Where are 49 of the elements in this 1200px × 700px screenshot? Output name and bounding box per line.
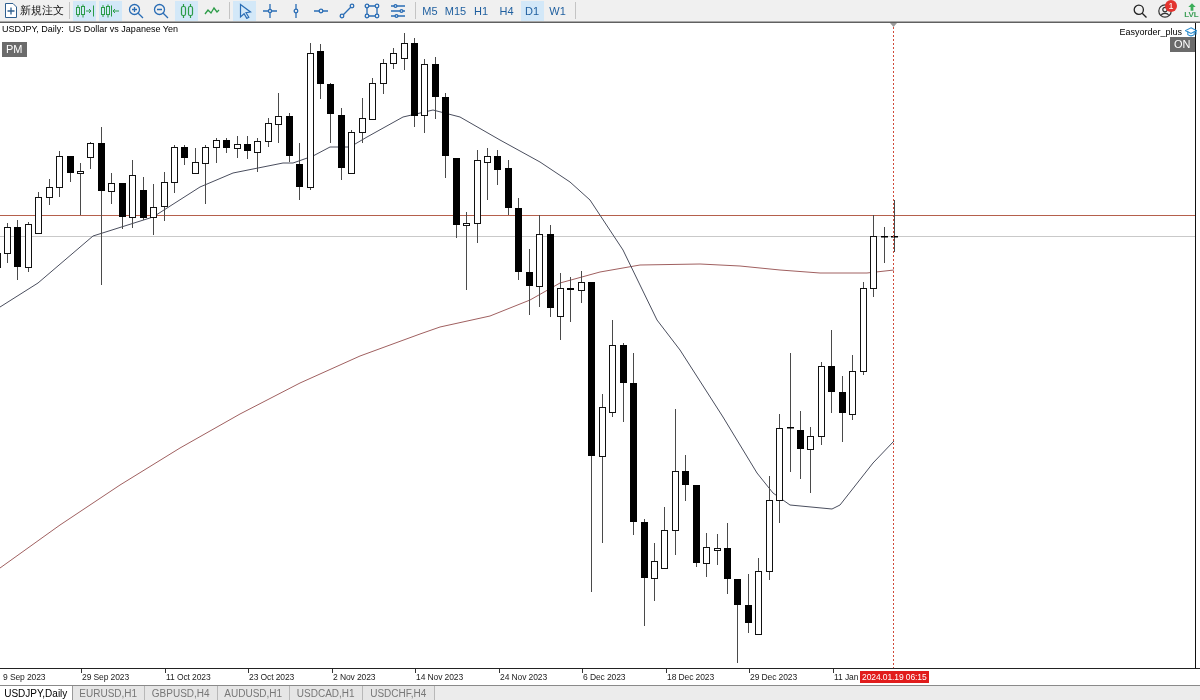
chart-tab[interactable]: USDJPY,Daily <box>0 686 73 700</box>
chart-tab[interactable]: USDCHF,H4 <box>362 686 435 700</box>
chart-tab[interactable]: AUDUSD,H1 <box>217 686 290 700</box>
cursor-button[interactable] <box>233 0 256 21</box>
expert-name: Easyorder_plus <box>1119 27 1182 38</box>
cursor-time-label: 2024.01.19 06:15 <box>860 671 929 683</box>
timeframe-button[interactable]: W1 <box>546 0 569 21</box>
level-button[interactable]: LVL <box>1183 0 1200 21</box>
date-axis-label: 29 Sep 2023 <box>82 672 130 683</box>
bars-arrow-left-icon <box>100 2 120 19</box>
auto-scroll-button[interactable] <box>73 0 96 21</box>
account-button[interactable]: 1 <box>1154 0 1176 21</box>
timeframe-button[interactable]: D1 <box>520 0 544 21</box>
date-axis-label: 18 Dec 2023 <box>667 672 715 683</box>
document-plus-icon <box>5 3 17 18</box>
list-icon <box>389 2 406 19</box>
bars-arrow-right-icon <box>74 2 95 19</box>
date-axis-label: 6 Dec 2023 <box>583 672 626 683</box>
candlestick-button[interactable] <box>175 0 198 21</box>
notification-badge: 1 <box>1165 0 1177 12</box>
timeframe-button[interactable]: M15 <box>444 0 467 21</box>
zoom-in-icon <box>127 2 144 19</box>
search-icon <box>1133 3 1147 18</box>
graduation-cap-icon <box>1185 27 1197 38</box>
date-axis-label: 23 Oct 2023 <box>249 672 295 683</box>
date-axis-label: 9 Sep 2023 <box>3 672 46 683</box>
date-axis-label: 2 Nov 2023 <box>333 672 376 683</box>
candlestick-icon <box>178 2 195 19</box>
new-order-button[interactable]: 新規注文 <box>3 0 66 21</box>
date-axis-label: 11 Jan <box>834 672 859 683</box>
timeframe-button[interactable]: M5 <box>418 0 442 21</box>
date-axis-label: 11 Oct 2023 <box>166 672 211 683</box>
chart-title: USDJPY, Daily: US Dollar vs Japanese Yen <box>2 24 178 35</box>
chart-shift-button[interactable] <box>98 0 122 21</box>
triangle-icon <box>890 23 897 27</box>
trend-line-icon <box>338 2 355 19</box>
rectangle-icon <box>364 2 380 19</box>
chart-tab[interactable]: USDCAD,H1 <box>290 686 363 700</box>
date-axis-label: 24 Nov 2023 <box>500 672 548 683</box>
timeframe-button[interactable]: H4 <box>495 0 518 21</box>
date-axis-label: 29 Dec 2023 <box>750 672 798 683</box>
chart-tab[interactable]: GBPUSD,H4 <box>145 686 218 700</box>
crosshair-icon <box>262 2 278 19</box>
arrow-up-icon <box>1187 2 1196 11</box>
zoom-out-icon <box>153 2 169 19</box>
date-axis-label: 14 Nov 2023 <box>416 672 464 683</box>
expert-status-label: ON <box>1170 37 1195 52</box>
chart-tab[interactable]: EURUSD,H1 <box>72 686 145 700</box>
timeframe-button[interactable]: H1 <box>469 0 493 21</box>
